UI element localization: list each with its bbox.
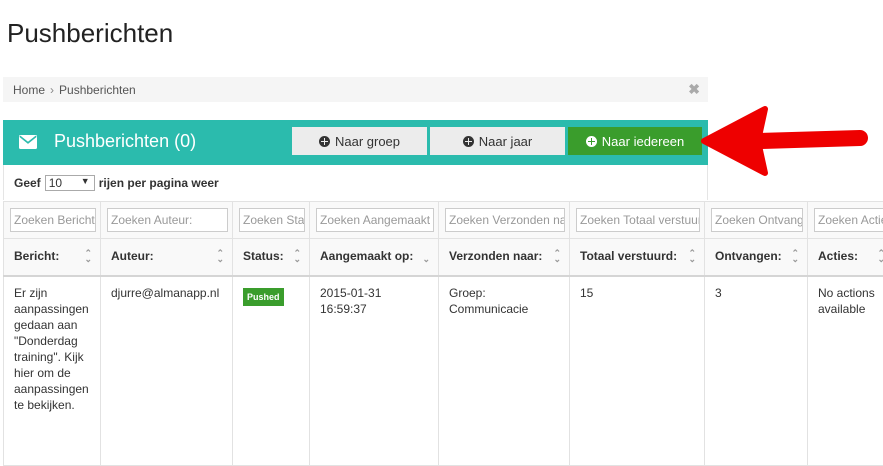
to-everyone-button[interactable]: Naar iedereen [568,127,702,155]
to-everyone-button-label: Naar iedereen [602,134,684,149]
caret-down-icon: ▼ [81,176,90,186]
push-messages-table: Zoeken Bericht Zoeken Auteur: Zoeken Sta… [3,201,883,466]
status-badge: Pushed [243,288,284,306]
column-header-acties[interactable]: Acties:⌃⌄ [808,239,883,276]
page-length-select[interactable]: 10 ▼ [45,175,95,191]
page-length-value: 10 [49,176,62,190]
filter-verzonden-input[interactable]: Zoeken Verzonden naar: [445,208,565,232]
filter-acties-input[interactable]: Zoeken Acties: [814,208,883,232]
page-length-suffix: rijen per pagina weer [99,176,219,190]
to-year-button-label: Naar jaar [479,134,532,149]
panel-header: Pushberichten (0) Naar groep Naar jaar N… [3,120,708,165]
sort-icon: ⌃⌄ [688,250,696,262]
cell-acties: No actions available [808,276,883,466]
cell-ontvangen: 3 [705,276,808,466]
filter-aangemaakt-input[interactable]: Zoeken Aangemaakt op: [316,208,434,232]
column-header-ontvangen[interactable]: Ontvangen:⌃⌄ [705,239,808,276]
filter-totaal-input[interactable]: Zoeken Totaal verstuurd: [576,208,700,232]
sort-icon: ⌃⌄ [216,250,224,262]
cell-auteur: djurre@almanapp.nl [101,276,233,466]
filter-row: Zoeken Bericht Zoeken Auteur: Zoeken Sta… [4,202,883,239]
sort-desc-icon: ⌄ [422,250,430,262]
page-length-prefix: Geef [14,176,41,190]
sort-icon: ⌃⌄ [791,250,799,262]
header-row: Bericht:⌃⌄ Auteur:⌃⌄ Status:⌃⌄ Aangemaak… [4,239,883,276]
envelope-icon [19,135,37,149]
plus-circle-icon [586,136,597,147]
to-year-button[interactable]: Naar jaar [430,127,565,155]
page-title: Pushberichten [7,18,173,49]
cell-aangemaakt: 2015-01-31 16:59:37 [310,276,439,466]
sort-icon: ⌃⌄ [84,250,92,262]
plus-circle-icon [463,136,474,147]
table-row: Er zijn aanpassingen gedaan aan "Donderd… [4,276,883,466]
column-header-bericht[interactable]: Bericht:⌃⌄ [4,239,101,276]
sort-icon: ⌃⌄ [877,250,883,262]
cell-verzonden: Groep: Communicacie [439,276,570,466]
to-group-button[interactable]: Naar groep [292,127,427,155]
cell-status: Pushed [233,276,310,466]
close-icon[interactable]: ✖ [688,81,700,98]
breadcrumb-current: Pushberichten [59,83,136,97]
filter-auteur-input[interactable]: Zoeken Auteur: [107,208,228,232]
plus-circle-icon [319,136,330,147]
filter-bericht-input[interactable]: Zoeken Bericht [10,208,96,232]
cell-bericht: Er zijn aanpassingen gedaan aan "Donderd… [4,276,101,466]
breadcrumb-separator: › [50,83,54,97]
column-header-totaal[interactable]: Totaal verstuurd:⌃⌄ [570,239,705,276]
breadcrumb-home-link[interactable]: Home [13,83,45,97]
sort-icon: ⌃⌄ [293,250,301,262]
panel-title: Pushberichten (0) [54,131,196,152]
page-length-control: Geef 10 ▼ rijen per pagina weer [3,165,708,200]
column-header-verzonden[interactable]: Verzonden naar:⌃⌄ [439,239,570,276]
column-header-auteur[interactable]: Auteur:⌃⌄ [101,239,233,276]
cell-totaal: 15 [570,276,705,466]
sort-icon: ⌃⌄ [553,250,561,262]
red-arrow-annotation [700,101,870,181]
column-header-aangemaakt[interactable]: Aangemaakt op:⌄ [310,239,439,276]
column-header-status[interactable]: Status:⌃⌄ [233,239,310,276]
filter-ontvangen-input[interactable]: Zoeken Ontvangen: [711,208,803,232]
to-group-button-label: Naar groep [335,134,400,149]
filter-status-input[interactable]: Zoeken Status: [239,208,305,232]
breadcrumb: Home › Pushberichten ✖ [3,77,708,102]
